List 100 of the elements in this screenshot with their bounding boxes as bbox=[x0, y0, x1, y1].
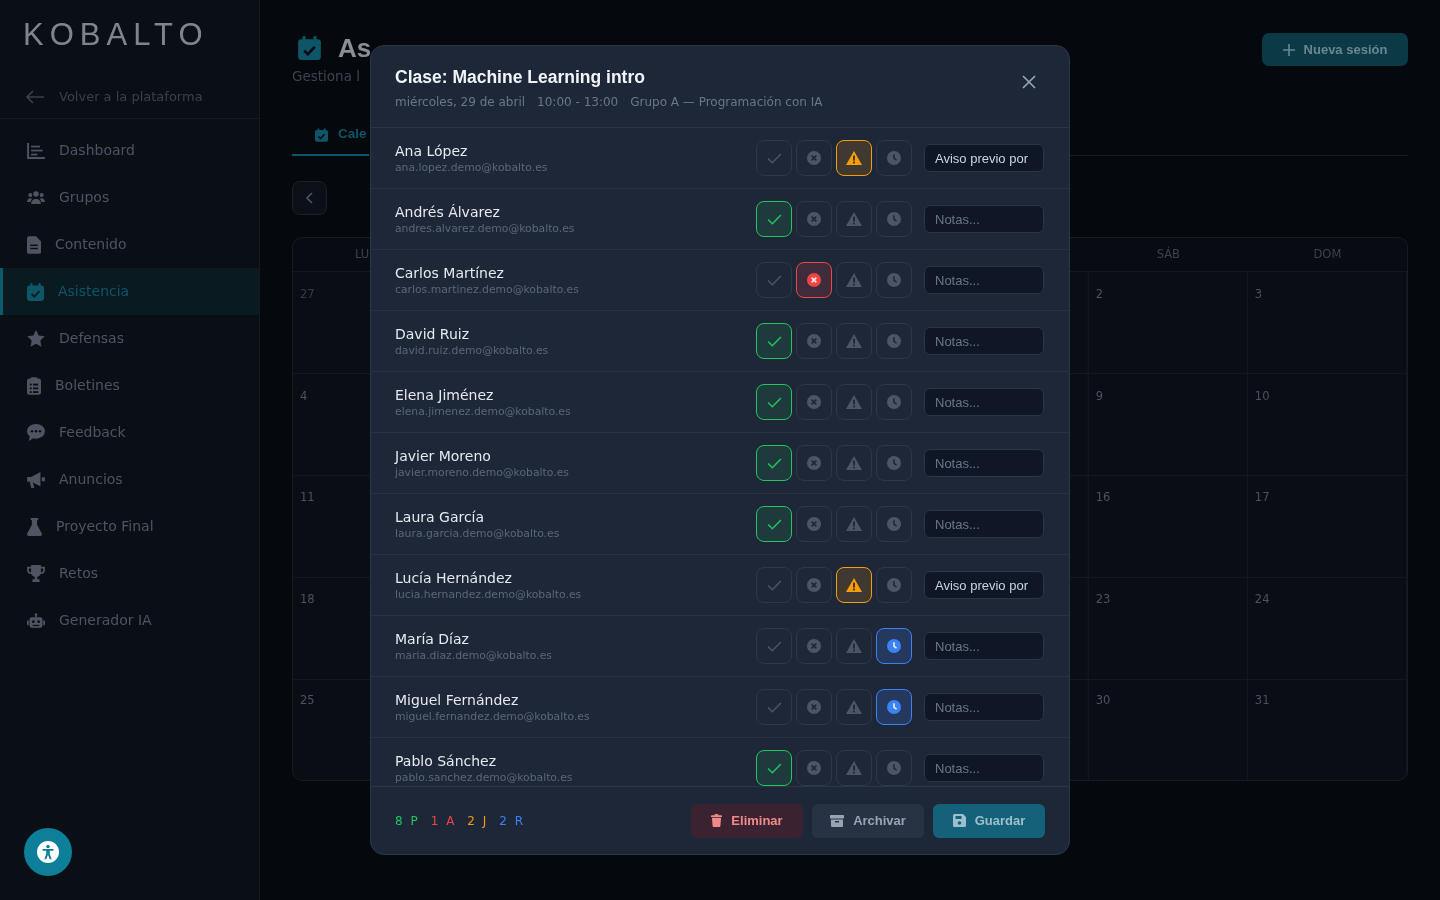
late-button[interactable] bbox=[876, 384, 912, 420]
student-name: Javier Moreno bbox=[395, 446, 491, 465]
clock-icon bbox=[887, 639, 901, 653]
student-name: Carlos Martínez bbox=[395, 263, 504, 282]
calendar-check-icon bbox=[27, 282, 44, 301]
warning-icon bbox=[846, 578, 862, 592]
day-number: 25 bbox=[300, 693, 315, 708]
check-icon bbox=[766, 152, 782, 164]
late-button[interactable] bbox=[876, 445, 912, 481]
plus-icon bbox=[1282, 43, 1295, 56]
delete-button[interactable]: Eliminar bbox=[691, 803, 803, 838]
day-number: 10 bbox=[1254, 388, 1270, 403]
sidebar-item[interactable]: Proyecto Final bbox=[0, 503, 259, 550]
x-circle-icon bbox=[807, 517, 821, 531]
student-email: lucia.hernandez.demo@kobalto.es bbox=[395, 587, 582, 602]
student-email: pablo.sanchez.demo@kobalto.es bbox=[395, 770, 573, 785]
clock-icon bbox=[887, 578, 901, 592]
notes-field[interactable]: Notas... bbox=[924, 449, 1044, 477]
late-button[interactable] bbox=[876, 628, 912, 664]
tab[interactable]: Cale bbox=[292, 115, 369, 156]
x-circle-icon bbox=[807, 639, 821, 653]
day-number: 31 bbox=[1254, 693, 1270, 708]
session-detail: 10:00 - 13:00 bbox=[537, 94, 619, 111]
student-email: laura.garcia.demo@kobalto.es bbox=[395, 526, 560, 541]
notes-field[interactable]: Notas... bbox=[924, 693, 1044, 721]
present-button[interactable] bbox=[756, 201, 792, 237]
x-circle-icon bbox=[807, 761, 821, 775]
late-button[interactable] bbox=[876, 323, 912, 359]
warning-icon bbox=[846, 639, 862, 653]
logo-wordmark: KOBALTO bbox=[23, 17, 209, 53]
sidebar-item[interactable]: Dashboard bbox=[0, 127, 259, 174]
notes-field[interactable]: Aviso previo por bbox=[924, 144, 1044, 172]
student-email: carlos.martinez.demo@kobalto.es bbox=[395, 282, 579, 297]
page-title: As bbox=[338, 33, 372, 63]
late-button[interactable] bbox=[876, 506, 912, 542]
clock-icon bbox=[887, 700, 901, 714]
chat-bubble-icon bbox=[27, 424, 45, 441]
late-button[interactable] bbox=[876, 750, 912, 786]
x-circle-icon bbox=[807, 212, 821, 226]
late-button[interactable] bbox=[876, 689, 912, 725]
day-number: 16 bbox=[1095, 490, 1111, 505]
attendance-count: 2 J bbox=[467, 812, 489, 829]
megaphone-icon bbox=[27, 471, 45, 488]
x-circle-icon bbox=[807, 578, 821, 592]
sidebar-item[interactable]: Feedback bbox=[0, 409, 259, 456]
sidebar-item[interactable]: Grupos bbox=[0, 174, 259, 221]
sidebar-item[interactable]: Contenido bbox=[0, 221, 259, 268]
student-email: andres.alvarez.demo@kobalto.es bbox=[395, 221, 575, 236]
day-number: 23 bbox=[1095, 591, 1111, 606]
student-name: Lucía Hernández bbox=[395, 568, 512, 587]
clock-icon bbox=[887, 456, 901, 470]
present-button[interactable] bbox=[756, 384, 792, 420]
notes-field[interactable]: Notas... bbox=[924, 754, 1044, 782]
notes-field[interactable]: Notas... bbox=[924, 632, 1044, 660]
day-number: 30 bbox=[1095, 693, 1111, 708]
attendance-count: 8 P bbox=[395, 812, 420, 829]
sidebar-item[interactable]: Generador IA bbox=[0, 597, 259, 644]
new-session-button[interactable]: Nueva sesión bbox=[1262, 33, 1408, 66]
sidebar-item[interactable]: Anuncios bbox=[0, 456, 259, 503]
late-button[interactable] bbox=[876, 262, 912, 298]
check-icon bbox=[766, 335, 782, 347]
warning-icon bbox=[846, 334, 862, 348]
accessibility-icon bbox=[37, 841, 59, 863]
justified-button[interactable] bbox=[836, 567, 872, 603]
warning-icon bbox=[846, 212, 862, 226]
x-circle-icon bbox=[807, 700, 821, 714]
present-button[interactable] bbox=[756, 323, 792, 359]
warning-icon bbox=[846, 395, 862, 409]
robot-icon bbox=[27, 613, 45, 628]
notes-field[interactable]: Aviso previo por bbox=[924, 571, 1044, 599]
sidebar-item[interactable]: Boletines bbox=[0, 362, 259, 409]
sidebar-item[interactable]: Asistencia bbox=[0, 268, 259, 315]
clock-icon bbox=[887, 395, 901, 409]
present-button[interactable] bbox=[756, 750, 792, 786]
clock-icon bbox=[887, 761, 901, 775]
late-button[interactable] bbox=[876, 201, 912, 237]
notes-field[interactable]: Notas... bbox=[924, 266, 1044, 294]
warning-icon bbox=[846, 456, 862, 470]
archive-button[interactable]: Archivar bbox=[812, 803, 924, 838]
present-button[interactable] bbox=[756, 506, 792, 542]
student-name: Andrés Álvarez bbox=[395, 202, 500, 221]
clock-icon bbox=[887, 212, 901, 226]
student-email: ana.lopez.demo@kobalto.es bbox=[395, 160, 548, 175]
sidebar-item[interactable]: Retos bbox=[0, 550, 259, 597]
warning-icon bbox=[846, 273, 862, 287]
justified-button[interactable] bbox=[836, 140, 872, 176]
save-button[interactable]: Guardar bbox=[933, 803, 1045, 838]
warning-icon bbox=[846, 151, 862, 165]
chart-icon bbox=[27, 142, 45, 159]
notes-field[interactable]: Notas... bbox=[924, 510, 1044, 538]
notes-field[interactable]: Notas... bbox=[924, 205, 1044, 233]
notes-field[interactable]: Notas... bbox=[924, 388, 1044, 416]
clock-icon bbox=[887, 273, 901, 287]
notes-field[interactable]: Notas... bbox=[924, 327, 1044, 355]
sidebar-item[interactable]: Defensas bbox=[0, 315, 259, 362]
previous-button[interactable] bbox=[292, 181, 327, 215]
absent-button[interactable] bbox=[796, 262, 832, 298]
student-name: María Díaz bbox=[395, 629, 469, 648]
day-number: 18 bbox=[300, 591, 315, 606]
present-button[interactable] bbox=[756, 445, 792, 481]
